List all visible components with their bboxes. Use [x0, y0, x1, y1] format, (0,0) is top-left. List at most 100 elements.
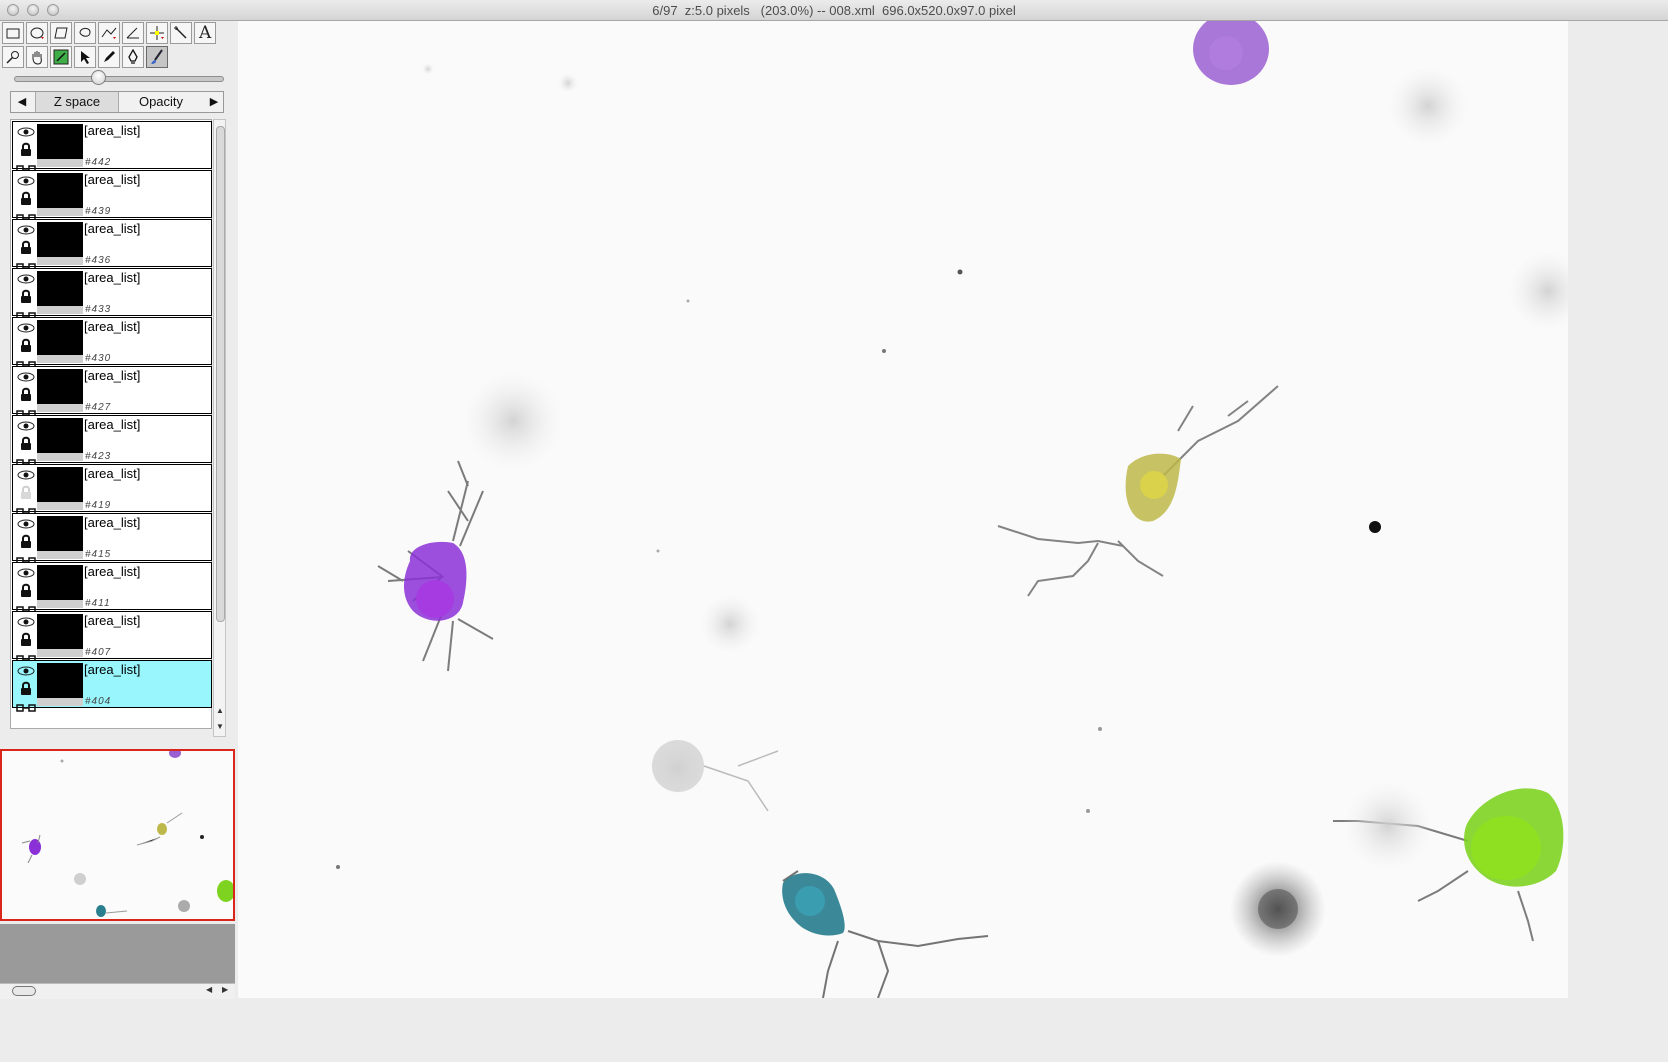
layer-row[interactable]: [area_list] #404	[12, 660, 212, 712]
freehand-tool-button[interactable]	[74, 22, 96, 44]
pen-tool-button[interactable]	[122, 46, 144, 68]
right-margin	[1568, 21, 1668, 998]
visibility-eye-icon[interactable]	[17, 369, 35, 387]
tab-z-space[interactable]: Z space	[35, 92, 119, 112]
oval-tool-button[interactable]	[26, 22, 48, 44]
layer-thumbnail	[37, 124, 83, 159]
layer-row[interactable]: [area_list] #419	[12, 464, 212, 516]
layer-thumbnail-bar	[37, 208, 83, 216]
horizontal-scrollbar[interactable]: ◀ ▶	[0, 983, 235, 999]
lock-icon[interactable]	[20, 387, 32, 406]
layer-row[interactable]: [area_list] #436	[12, 219, 212, 271]
tab-bar: ◀ Z space Opacity ▶	[10, 91, 224, 113]
layer-row[interactable]: [area_list] #433	[12, 268, 212, 320]
visibility-eye-icon[interactable]	[17, 516, 35, 534]
visibility-eye-icon[interactable]	[17, 614, 35, 632]
visibility-eye-icon[interactable]	[17, 271, 35, 289]
zoom-tool-icon	[6, 51, 19, 64]
layer-row[interactable]: [area_list] #415	[12, 513, 212, 565]
lock-icon[interactable]	[20, 632, 32, 651]
select-tool-button[interactable]	[74, 46, 96, 68]
select-arrow-icon	[81, 51, 90, 64]
visibility-eye-icon[interactable]	[17, 222, 35, 240]
layer-thumbnail-bar	[37, 355, 83, 363]
visibility-eye-icon[interactable]	[17, 418, 35, 436]
layer-thumbnail	[37, 663, 83, 698]
scroll-right-arrow-icon[interactable]: ▶	[222, 985, 228, 994]
layer-row[interactable]: [area_list] #407	[12, 611, 212, 663]
navigator-overview[interactable]	[0, 749, 235, 921]
scroll-down-arrow-icon[interactable]: ▼	[215, 722, 225, 731]
point-tool-button[interactable]	[146, 22, 168, 44]
window-title: 6/97 z:5.0 pixels (203.0%) -- 008.xml 69…	[652, 3, 1016, 18]
horizontal-scroll-thumb[interactable]	[12, 986, 36, 996]
angle-tool-icon	[126, 27, 139, 39]
layer-list-scrollbar[interactable]: ▲ ▼	[213, 119, 226, 737]
oval-tool-icon	[30, 27, 44, 39]
lock-icon[interactable]	[20, 485, 32, 504]
lock-icon[interactable]	[20, 289, 32, 308]
image-canvas[interactable]	[238, 21, 1568, 998]
layer-row[interactable]: [area_list] #439	[12, 170, 212, 222]
polygon-tool-button[interactable]	[50, 22, 72, 44]
align-tool-button[interactable]	[50, 46, 72, 68]
layer-thumbnail-bar	[37, 698, 83, 706]
pencil-icon	[104, 51, 115, 62]
lock-icon[interactable]	[20, 338, 32, 357]
link-icon[interactable]	[16, 699, 36, 717]
scroll-left-arrow-icon[interactable]: ◀	[206, 985, 212, 994]
tab-prev-arrow[interactable]: ◀	[13, 94, 31, 110]
layer-thumbnail-bar	[37, 453, 83, 461]
visibility-eye-icon[interactable]	[17, 565, 35, 583]
lock-icon[interactable]	[20, 583, 32, 602]
tab-next-arrow[interactable]: ▶	[205, 94, 223, 110]
layer-thumbnail-bar	[37, 159, 83, 167]
layer-id: #430	[85, 353, 112, 364]
layer-row[interactable]: [area_list] #427	[12, 366, 212, 418]
text-tool-icon: A	[199, 23, 212, 43]
scroll-up-arrow-icon[interactable]: ▲	[215, 706, 225, 715]
layer-name: [area_list]	[84, 319, 141, 334]
window-title-bar: 6/97 z:5.0 pixels (203.0%) -- 008.xml 69…	[0, 0, 1668, 21]
layer-name: [area_list]	[84, 368, 141, 383]
layer-row[interactable]: [area_list] #423	[12, 415, 212, 467]
layer-name: [area_list]	[84, 417, 141, 432]
angle-tool-button[interactable]	[122, 22, 144, 44]
layer-name: [area_list]	[84, 564, 141, 579]
visibility-eye-icon[interactable]	[17, 467, 35, 485]
layer-thumbnail-bar	[37, 502, 83, 510]
lock-icon[interactable]	[20, 436, 32, 455]
layer-thumbnail	[37, 173, 83, 208]
tab-opacity[interactable]: Opacity	[117, 92, 205, 112]
wand-tool-button[interactable]	[170, 22, 192, 44]
layer-row[interactable]: [area_list] #411	[12, 562, 212, 614]
layer-row[interactable]: [area_list] #442	[12, 121, 212, 173]
brush-tool-button[interactable]	[146, 46, 168, 68]
layer-row[interactable]: [area_list] #430	[12, 317, 212, 369]
visibility-eye-icon[interactable]	[17, 173, 35, 191]
bottom-margin	[238, 998, 1668, 1062]
layer-thumbnail-bar	[37, 649, 83, 657]
layer-id: #411	[85, 598, 111, 609]
visibility-eye-icon[interactable]	[17, 663, 35, 681]
lock-icon[interactable]	[20, 534, 32, 553]
transparency-slider-thumb[interactable]	[91, 70, 106, 85]
layer-name: [area_list]	[84, 123, 141, 138]
layer-id: #423	[85, 451, 112, 462]
pencil-tool-button[interactable]	[98, 46, 120, 68]
zoom-tool-button[interactable]	[2, 46, 24, 68]
text-tool-button[interactable]: A	[194, 22, 216, 44]
segmented-line-tool-button[interactable]	[98, 22, 120, 44]
lock-icon[interactable]	[20, 240, 32, 259]
segmented-line-tool-icon	[101, 27, 117, 39]
lock-icon[interactable]	[20, 191, 32, 210]
visibility-eye-icon[interactable]	[17, 320, 35, 338]
align-tool-icon	[53, 49, 69, 65]
rectangle-tool-button[interactable]	[2, 22, 24, 44]
lock-icon[interactable]	[20, 681, 32, 700]
visibility-eye-icon[interactable]	[17, 124, 35, 142]
transparency-slider-track[interactable]	[14, 76, 224, 82]
hand-tool-button[interactable]	[26, 46, 48, 68]
lock-icon[interactable]	[20, 142, 32, 161]
layer-list-scroll-thumb[interactable]	[216, 126, 225, 622]
